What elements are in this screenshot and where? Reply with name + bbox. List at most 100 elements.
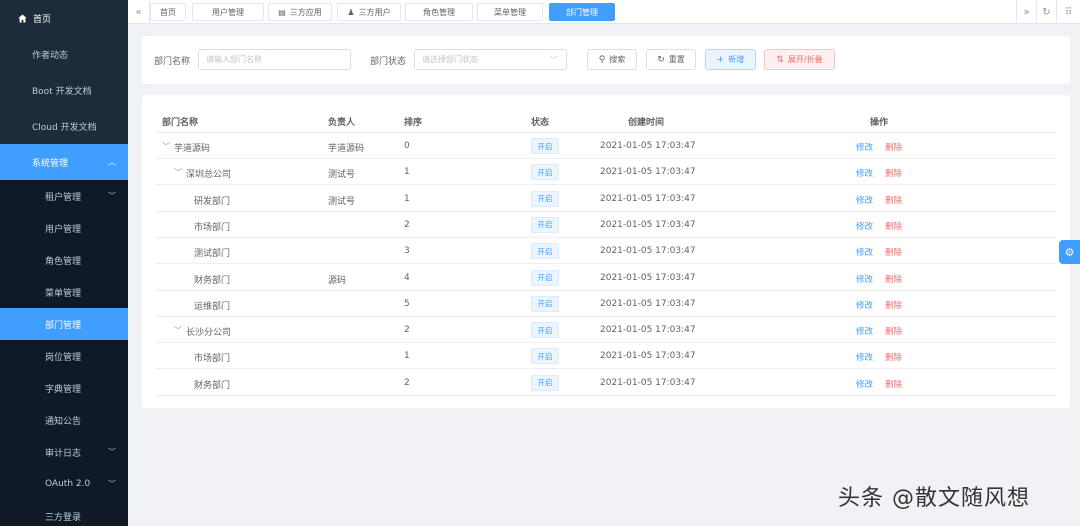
sidebar-subitem-label: 角色管理 [45, 256, 82, 267]
search-button[interactable]: ⚲ 搜索 [587, 49, 637, 70]
add-button[interactable]: + 新增 [705, 49, 756, 70]
edit-link[interactable]: 修改 [856, 273, 873, 285]
sort-icon: ⇅ [776, 54, 784, 65]
delete-link[interactable]: 删除 [885, 246, 902, 258]
tab-item[interactable]: 角色管理 [405, 3, 473, 21]
sidebar-subitem[interactable]: 用户管理 [0, 212, 128, 244]
edit-link[interactable]: 修改 [856, 141, 873, 153]
user-icon: ♟ [347, 7, 355, 17]
dept-name-cell: 运维部门 [194, 301, 231, 312]
dept-name-input[interactable]: 请输入部门名称 [198, 49, 351, 70]
expand-collapse-label: 展开/折叠 [787, 55, 823, 64]
table-row: 运维部门 5 2021-01-05 17:03:47 开启 修改 删除 [156, 291, 1056, 317]
delete-link[interactable]: 删除 [885, 299, 902, 311]
sort-cell: 1 [404, 167, 410, 178]
sidebar-subitem-label: 部门管理 [45, 320, 82, 331]
status-badge: 开启 [531, 295, 559, 312]
tab-item[interactable]: 用户管理 [192, 3, 264, 21]
sidebar-subitem[interactable]: 角色管理 [0, 244, 128, 276]
sidebar-item-author[interactable]: 作者动态 [0, 36, 128, 72]
scroll-right-icon[interactable]: » [1016, 0, 1036, 24]
status-badge: 开启 [531, 216, 559, 233]
edit-link[interactable]: 修改 [856, 351, 873, 363]
sidebar-subitem[interactable]: 通知公告 [0, 404, 128, 436]
settings-gear-icon[interactable]: ⚙ [1059, 240, 1080, 264]
table-header-row: 部门名称 负责人 排序 状态 创建时间 操作 [156, 105, 1056, 133]
edit-link[interactable]: 修改 [856, 194, 873, 206]
sort-cell: 0 [404, 141, 410, 151]
delete-link[interactable]: 删除 [885, 273, 902, 285]
grid-menu-icon[interactable]: ⠿ [1056, 0, 1080, 24]
sidebar-subitem[interactable]: 租户管理 ﹀ [0, 180, 128, 212]
sidebar-item-label: 首页 [33, 14, 52, 25]
table-row: 研发部门 测试号 1 2021-01-05 17:03:47 开启 修改 删除 [156, 186, 1056, 212]
table-row: 市场部门 2 2021-01-05 17:03:47 开启 修改 删除 [156, 212, 1056, 238]
created-cell: 2021-01-05 17:03:47 [600, 219, 696, 230]
tab-label: 三方用户 [358, 7, 391, 17]
sidebar-item-boot-docs[interactable]: Boot 开发文档 [0, 72, 128, 108]
tab-label: 角色管理 [423, 7, 455, 17]
leader-cell: 源码 [328, 275, 347, 286]
chevron-up-icon: ︿ [108, 157, 116, 167]
dept-status-select[interactable]: 请选择部门状态 ﹀ [414, 49, 567, 70]
sidebar-subitem-label: 岗位管理 [45, 352, 82, 363]
created-cell: 2021-01-05 17:03:47 [600, 272, 696, 283]
dept-name-cell: 财务部门 [194, 275, 231, 286]
delete-link[interactable]: 删除 [885, 220, 902, 232]
chevron-down-icon: ﹀ [108, 191, 116, 201]
tab-item[interactable]: ▤ 三方应用 [268, 3, 332, 21]
edit-link[interactable]: 修改 [856, 378, 873, 390]
sort-cell: 1 [404, 193, 410, 204]
app-icon: ▤ [278, 7, 286, 17]
expand-chevron-icon[interactable]: ﹀ [174, 325, 182, 336]
sidebar-subitem[interactable]: OAuth 2.0 ﹀ [0, 468, 128, 500]
sidebar-subitem[interactable]: 审计日志 ﹀ [0, 436, 128, 468]
tab-item[interactable]: ♟ 三方用户 [337, 3, 401, 21]
edit-link[interactable]: 修改 [856, 220, 873, 232]
home-icon [18, 13, 27, 23]
reset-button[interactable]: ↻ 重置 [646, 49, 696, 70]
sort-cell: 2 [404, 325, 410, 336]
sidebar-subitem[interactable]: 三方登录 [0, 500, 128, 526]
tab-label: 三方应用 [289, 7, 322, 17]
sort-cell: 2 [404, 377, 410, 388]
delete-link[interactable]: 删除 [885, 351, 902, 363]
sidebar-group-system[interactable]: 系统管理 ︿ [0, 144, 128, 180]
tab-item[interactable]: 菜单管理 [477, 3, 543, 21]
sidebar-subitem[interactable]: 岗位管理 [0, 340, 128, 372]
tab-label: 首页 [160, 7, 176, 17]
sidebar-subitem[interactable]: 菜单管理 [0, 276, 128, 308]
delete-link[interactable]: 删除 [885, 378, 902, 390]
delete-link[interactable]: 删除 [885, 167, 902, 179]
expand-chevron-icon[interactable]: ﹀ [174, 167, 182, 178]
created-cell: 2021-01-05 17:03:47 [600, 246, 696, 257]
chevron-down-icon: ﹀ [550, 55, 558, 64]
tab-item[interactable]: 部门管理 [549, 3, 615, 21]
refresh-icon[interactable]: ↻ [1036, 0, 1056, 24]
status-badge: 开启 [531, 190, 559, 207]
header-sort: 排序 [404, 118, 423, 128]
dept-name-cell: 财务部门 [194, 380, 231, 391]
delete-link[interactable]: 删除 [885, 325, 902, 337]
dept-name-placeholder: 请输入部门名称 [206, 55, 262, 64]
edit-link[interactable]: 修改 [856, 325, 873, 337]
sidebar-item-label: 作者动态 [32, 50, 69, 61]
expand-collapse-button[interactable]: ⇅ 展开/折叠 [764, 49, 835, 70]
sidebar-item-cloud-docs[interactable]: Cloud 开发文档 [0, 108, 128, 144]
edit-link[interactable]: 修改 [856, 167, 873, 179]
sort-cell: 2 [404, 219, 410, 230]
edit-link[interactable]: 修改 [856, 299, 873, 311]
expand-chevron-icon[interactable]: ﹀ [162, 141, 170, 152]
dept-name-cell: 测试部门 [194, 249, 231, 260]
scroll-left-icon[interactable]: « [128, 0, 150, 24]
header-actions: 操作 [870, 118, 889, 128]
sidebar-item-label: Cloud 开发文档 [32, 122, 97, 133]
sidebar-subitem[interactable]: 部门管理 [0, 308, 128, 340]
tab-item[interactable]: 首页 [150, 3, 186, 21]
delete-link[interactable]: 删除 [885, 141, 902, 153]
dept-name-cell: 长沙分公司 [186, 328, 232, 339]
sidebar-item-home[interactable]: 首页 [0, 0, 128, 36]
sidebar-subitem[interactable]: 字典管理 [0, 372, 128, 404]
edit-link[interactable]: 修改 [856, 246, 873, 258]
delete-link[interactable]: 删除 [885, 194, 902, 206]
